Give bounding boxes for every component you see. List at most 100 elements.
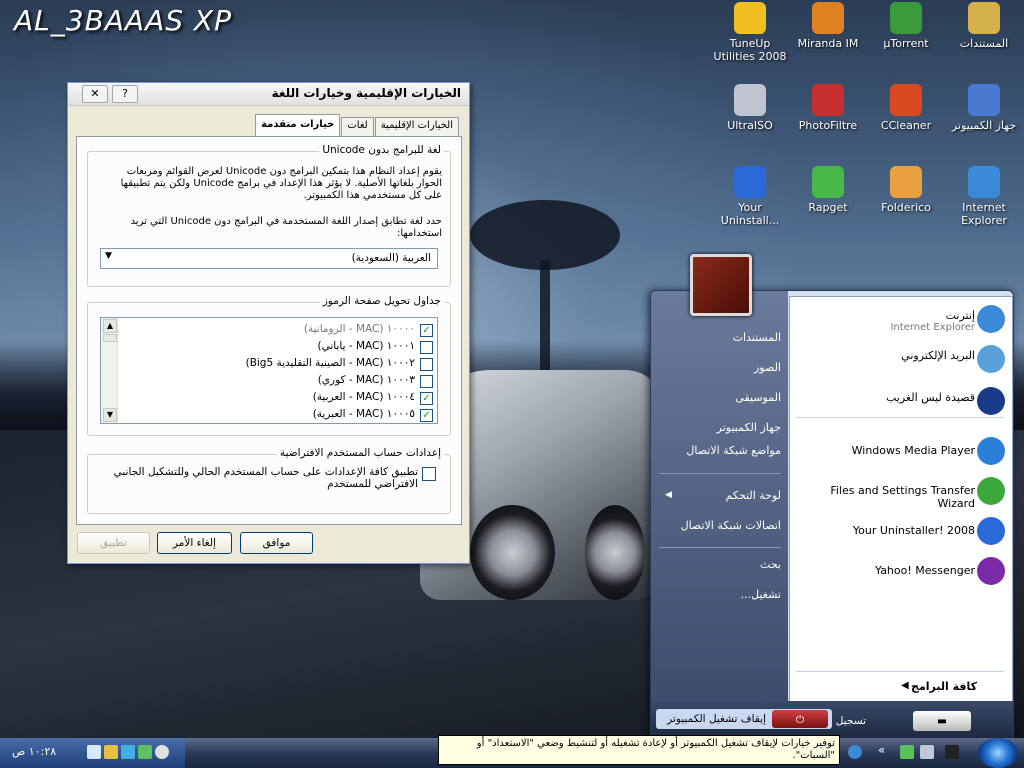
- desktop-icon[interactable]: Folderico: [866, 166, 946, 214]
- pinned-item-sub: Internet Explorer: [890, 322, 975, 333]
- all-programs-item[interactable]: كافة البرامج: [797, 680, 977, 693]
- all-programs-label: كافة البرامج: [911, 680, 977, 693]
- codepage-label: ١٠٠٠٠ (MAC - الرومانية): [303, 323, 415, 335]
- pinned-item[interactable]: إنترنت Internet Explorer: [795, 309, 975, 333]
- places-item[interactable]: المستندات: [671, 331, 781, 344]
- chevron-down-icon[interactable]: ▼: [105, 251, 112, 261]
- codepage-row[interactable]: ✓ ١٠٠٠٠ (MAC - الرومانية): [101, 322, 433, 339]
- email-icon: [977, 345, 1005, 373]
- envelope-icon[interactable]: [87, 745, 101, 759]
- places-item[interactable]: الموسيقى: [671, 391, 781, 404]
- documents-folder-icon: [968, 2, 1000, 34]
- taskbar-clock[interactable]: ١٠:٢٨ ص: [12, 745, 56, 758]
- pinned-item[interactable]: البريد الإلكتروني: [795, 349, 975, 362]
- shutdown-tooltip: توفير خيارات لإيقاف تشغيل الكمبيوتر أو ل…: [438, 735, 840, 765]
- wallpaper-car-wheel: [470, 505, 555, 600]
- volume-icon[interactable]: [155, 745, 169, 759]
- shutdown-button[interactable]: ⏻ إيقاف تشغيل الكمبيوتر: [656, 709, 832, 729]
- cancel-button[interactable]: إلغاء الأمر: [157, 532, 232, 554]
- recent-program-label: Your Uninstaller! 2008: [852, 524, 975, 537]
- desktop-icon-label: TuneUp Utilities 2008: [713, 37, 787, 63]
- desktop-icon[interactable]: المستندات: [944, 2, 1024, 50]
- places-item[interactable]: الصور: [671, 361, 781, 374]
- expand-quicklaunch-icon[interactable]: «: [878, 743, 885, 757]
- wallpaper-palm-trunk: [540, 260, 550, 380]
- internet-explorer-icon[interactable]: [848, 745, 862, 759]
- start-button[interactable]: [978, 738, 1018, 768]
- recent-program[interactable]: Yahoo! Messenger: [795, 564, 975, 577]
- language-dropdown[interactable]: العربية (السعودية) ▼: [100, 248, 438, 269]
- desktop-icon[interactable]: CCleaner: [866, 84, 946, 132]
- computer-icon[interactable]: [920, 745, 934, 759]
- codepage-checkbox[interactable]: ✓: [420, 324, 433, 337]
- user-picture[interactable]: [690, 254, 752, 316]
- unicode-group-title: لغة للبرامج بدون Unicode: [319, 144, 444, 156]
- desktop-icon[interactable]: TuneUp Utilities 2008: [710, 2, 790, 63]
- codepage-checkbox[interactable]: ✓: [420, 392, 433, 405]
- desktop-icon[interactable]: PhotoFiltre: [788, 84, 868, 132]
- tab-languages[interactable]: لغات: [341, 117, 374, 137]
- places-item[interactable]: لوحة التحكم: [671, 489, 781, 502]
- desktop-icon-label: CCleaner: [880, 119, 932, 132]
- desktop-icon-label: جهاز الكمبيوتر: [951, 119, 1017, 132]
- recent-program-label: Yahoo! Messenger: [874, 564, 975, 577]
- unicode-description: يقوم إعداد النظام هذا بتمكين البرامج دون…: [120, 166, 442, 201]
- codepage-checkbox[interactable]: [420, 341, 433, 354]
- codepage-row[interactable]: ✓ ١٠٠٠٥ (MAC - العبرية): [101, 407, 433, 423]
- transfer-wizard-icon: [977, 477, 1005, 505]
- desktop-icon[interactable]: Internet Explorer: [944, 166, 1024, 227]
- tab-advanced[interactable]: خيارات متقدمة: [255, 114, 341, 137]
- internet-explorer-icon: [968, 166, 1000, 198]
- ok-button[interactable]: موافق: [240, 532, 313, 554]
- desktop-icon[interactable]: Your Uninstall...: [710, 166, 790, 227]
- regional-options-dialog: الخيارات الإقليمية وخيارات اللغة ✕ ? الخ…: [67, 82, 470, 564]
- tab-regional-options[interactable]: الخيارات الإقليمية: [374, 117, 459, 137]
- all-programs-arrow-icon: ◀: [901, 680, 909, 691]
- recent-program[interactable]: Files and Settings Transfer Wizard: [795, 484, 975, 510]
- desktop-icon-label: Folderico: [881, 201, 931, 214]
- codepage-label: ١٠٠٠٢ (MAC - الصينية التقليدية Big5): [245, 357, 415, 369]
- help-button[interactable]: ?: [112, 85, 138, 103]
- places-item[interactable]: تشغيل...: [671, 588, 781, 601]
- my-computer-icon: [968, 84, 1000, 116]
- places-item[interactable]: بحث: [671, 558, 781, 571]
- desktop-icon[interactable]: جهاز الكمبيوتر: [944, 84, 1024, 132]
- shield-icon[interactable]: [138, 745, 152, 759]
- codepage-row[interactable]: ١٠٠٠٢ (MAC - الصينية التقليدية Big5): [101, 356, 433, 373]
- codepage-checkbox[interactable]: [420, 358, 433, 371]
- desktop-icon-label: المستندات: [959, 37, 1009, 50]
- dialog-titlebar[interactable]: الخيارات الإقليمية وخيارات اللغة ✕ ?: [68, 83, 469, 106]
- places-item[interactable]: مواضع شبكة الاتصال: [671, 444, 781, 457]
- recent-program[interactable]: Your Uninstaller! 2008: [795, 524, 975, 537]
- default-account-group: إعدادات حساب المستخدم الافتراضية تطبيق ك…: [87, 447, 451, 514]
- console-icon[interactable]: [945, 745, 959, 759]
- network-icon[interactable]: [121, 745, 135, 759]
- places-item[interactable]: جهاز الكمبيوتر: [671, 421, 781, 434]
- codepage-checkbox[interactable]: [420, 375, 433, 388]
- pinned-item[interactable]: قصيدة ليس الغريب: [795, 391, 975, 404]
- ccleaner-icon: [890, 84, 922, 116]
- desktop-icon[interactable]: UltraISO: [710, 84, 790, 132]
- language-dropdown-value: العربية (السعودية): [351, 252, 431, 264]
- codepage-row[interactable]: ✓ ١٠٠٠٤ (MAC - العربية): [101, 390, 433, 407]
- photofiltre-icon: [812, 84, 844, 116]
- places-item[interactable]: اتصالات شبكة الاتصال: [671, 519, 781, 532]
- desktop-icon[interactable]: Miranda IM: [788, 2, 868, 50]
- default-account-group-title: إعدادات حساب المستخدم الافتراضية: [276, 447, 444, 459]
- close-button[interactable]: ✕: [82, 85, 108, 103]
- desktop-icon[interactable]: Rapget: [788, 166, 868, 214]
- download-icon[interactable]: [900, 745, 914, 759]
- recent-program[interactable]: Windows Media Player: [795, 444, 975, 457]
- folder-icon[interactable]: [104, 745, 118, 759]
- miranda-icon: [812, 2, 844, 34]
- desktop-icon-label: µTorrent: [883, 37, 929, 50]
- default-account-checkbox[interactable]: [422, 467, 436, 481]
- unicode-group: لغة للبرامج بدون Unicode يقوم إعداد النظ…: [87, 144, 451, 287]
- codepage-row[interactable]: ١٠٠٠٣ (MAC - كوري): [101, 373, 433, 390]
- codepage-checkbox[interactable]: ✓: [420, 409, 433, 422]
- desktop-icon[interactable]: µTorrent: [866, 2, 946, 50]
- codepage-list[interactable]: ▲ ▼ ✓ ١٠٠٠٠ (MAC - الرومانية) ١٠٠٠١ (MAC -…: [100, 317, 438, 424]
- codepage-label: ١٠٠٠٥ (MAC - العبرية): [312, 408, 415, 420]
- codepage-row[interactable]: ١٠٠٠١ (MAC - ياباني): [101, 339, 433, 356]
- apply-button[interactable]: تطبيق: [77, 532, 150, 554]
